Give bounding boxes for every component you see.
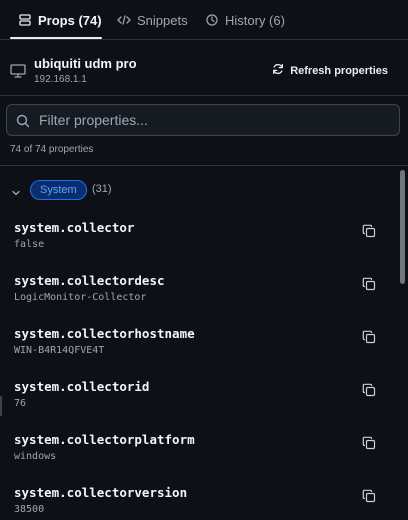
active-tab-indicator (10, 37, 102, 39)
filter-properties-input[interactable] (39, 105, 389, 135)
resize-handle[interactable] (0, 396, 2, 416)
property-key: system.collector (14, 220, 135, 235)
tab-props[interactable]: Props (74) (18, 0, 102, 40)
refresh-properties-button[interactable]: Refresh properties (272, 63, 388, 78)
device-header: ubiquiti udm pro 192.168.1.1 Refresh pro… (0, 40, 408, 96)
refresh-properties-label: Refresh properties (290, 64, 388, 77)
property-value: windows (14, 451, 57, 462)
search-icon (16, 114, 30, 128)
property-key: system.collectorplatform (14, 432, 195, 447)
tab-history[interactable]: History (6) (205, 0, 285, 40)
tab-bar: Props (74) Snippets History (6) (0, 0, 408, 40)
property-value: 76 (14, 398, 27, 409)
tab-snippets-label: Snippets (137, 12, 188, 28)
property-value: false (14, 239, 45, 250)
copy-icon[interactable] (362, 436, 376, 450)
group-count: (31) (92, 183, 112, 195)
property-row: system.collectorhostname WIN-B4R14QFVE4T (0, 326, 396, 379)
property-row: system.collectordesc LogicMonitor-Collect… (0, 273, 396, 326)
group-header-system[interactable]: System (31) (0, 178, 400, 202)
device-name: ubiquiti udm pro (34, 56, 137, 71)
clock-icon (205, 13, 219, 27)
group-badge: System (30, 180, 87, 200)
refresh-icon (272, 63, 284, 78)
chevron-down-icon[interactable] (11, 185, 21, 196)
property-row: system.collectorversion 38500 (0, 485, 396, 520)
copy-icon[interactable] (362, 330, 376, 344)
property-value: LogicMonitor-Collector (14, 292, 147, 303)
filter-box (6, 104, 400, 136)
scrollbar-thumb[interactable] (400, 170, 405, 284)
tab-snippets[interactable]: Snippets (117, 0, 188, 40)
copy-icon[interactable] (362, 224, 376, 238)
property-key: system.collectorhostname (14, 326, 195, 341)
property-key: system.collectordesc (14, 273, 165, 288)
property-row: system.collectorid 76 (0, 379, 396, 432)
server-stack-icon (18, 13, 32, 27)
code-icon (117, 13, 131, 27)
property-row: system.collectorplatform windows (0, 432, 396, 485)
tab-history-label: History (6) (225, 12, 285, 28)
props-panel: Props (74) Snippets History (6) ubiquiti… (0, 0, 408, 520)
copy-icon[interactable] (362, 489, 376, 503)
copy-icon[interactable] (362, 277, 376, 291)
property-key: system.collectorid (14, 379, 150, 394)
property-count: 74 of 74 properties (10, 144, 94, 155)
property-value: WIN-B4R14QFVE4T (14, 345, 105, 356)
copy-icon[interactable] (362, 383, 376, 397)
property-value: 38500 (14, 504, 45, 515)
section-divider (0, 165, 408, 166)
tab-props-label: Props (74) (38, 12, 102, 28)
monitor-icon (10, 64, 26, 78)
property-key: system.collectorversion (14, 485, 188, 500)
property-row: system.collector false (0, 220, 396, 273)
device-ip: 192.168.1.1 (34, 74, 87, 85)
